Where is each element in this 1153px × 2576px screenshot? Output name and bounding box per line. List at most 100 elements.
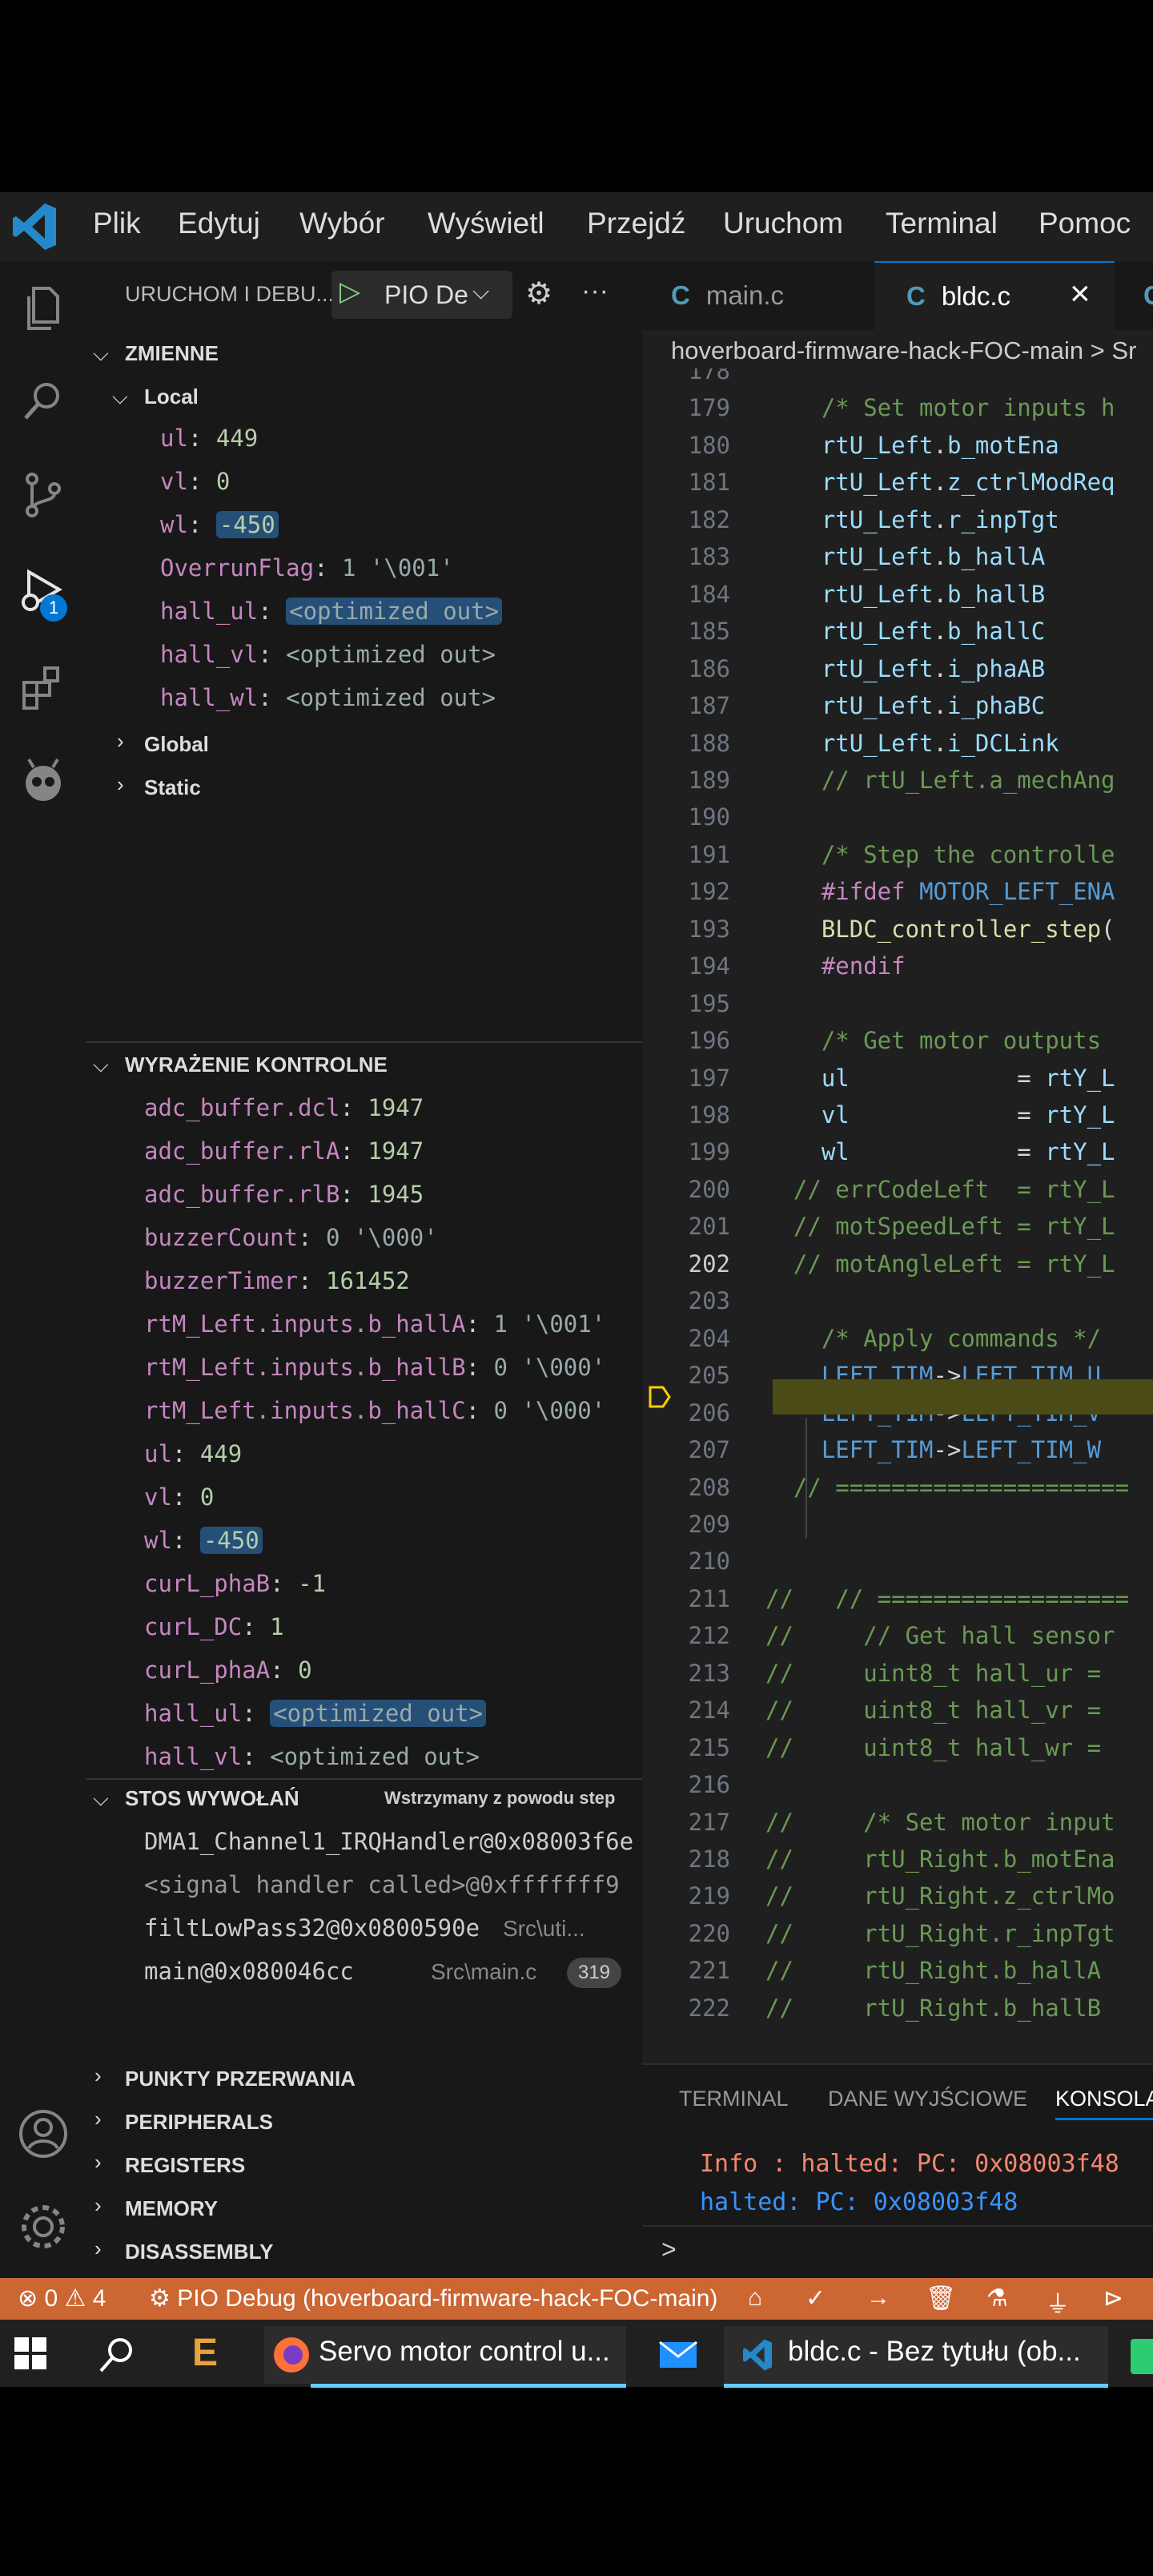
chevron-down-icon[interactable]: ⌵ [112,384,128,410]
chevron-down-icon[interactable]: ⌵ [93,1053,109,1078]
watch-row[interactable]: buzzerTimer: 161452 [144,1267,410,1294]
menu-edytuj[interactable]: Edytuj [178,207,260,247]
account-icon[interactable] [14,2105,72,2163]
code-line[interactable]: 216 [642,1766,765,1803]
taskbar-app-icon[interactable] [1131,2339,1153,2374]
flask-icon[interactable]: ⚗ [986,2284,1008,2312]
code-line[interactable]: 184 rtU_Left.b_hallB [642,576,1046,613]
code-line[interactable]: 217 // /* Set motor input [642,1804,1115,1841]
watch-row[interactable]: curL_phaA: 0 [144,1656,312,1684]
variable-row[interactable]: hall_ul: <optimized out> [160,598,503,625]
chevron-right-icon[interactable]: › [94,2150,102,2175]
variable-row[interactable]: hall_wl: <optimized out> [160,684,496,711]
more-actions-icon[interactable]: ··· [581,276,609,307]
variable-row[interactable]: OverrunFlag: 1 '\001' [160,554,454,582]
watch-row[interactable]: buzzerCount: 0 '\000' [144,1224,438,1251]
code-line[interactable]: 178 [642,368,765,389]
code-line[interactable]: 221 // rtU_Right.b_hallA [642,1952,1101,1989]
gear-icon[interactable]: ⚙ [525,276,552,312]
manage-gear-icon[interactable] [14,2198,72,2256]
code-line[interactable]: 200 // errCodeLeft = rtY_L [642,1171,1115,1208]
local-scope[interactable]: Local [144,384,199,409]
code-line[interactable]: 187 rtU_Left.i_phaBC [642,687,1046,724]
watch-row[interactable]: rtM_Left.inputs.b_hallB: 0 '\000' [144,1354,605,1381]
stack-frame[interactable]: filtLowPass32@0x0800590e [144,1914,480,1942]
watch-row[interactable]: curL_DC: 1 [144,1613,284,1640]
watch-row[interactable]: adc_buffer.dcl: 1947 [144,1094,424,1121]
memory-section-header[interactable]: MEMORY [125,2196,218,2221]
code-line[interactable]: 191 /* Step the controlle [642,836,1115,873]
code-line[interactable]: 210 [642,1543,765,1580]
code-line[interactable]: 195 [642,985,765,1022]
search-icon[interactable] [14,372,72,429]
close-icon[interactable]: × [1070,274,1091,314]
code-line[interactable]: 179 /* Set motor inputs h [642,389,1115,426]
tab-main-c[interactable]: Cmain.c [642,261,874,330]
menu-uruchom[interactable]: Uruchom [723,207,843,247]
stack-frame[interactable]: main@0x080046cc [144,1958,354,1985]
code-line[interactable]: 214 // uint8_t hall_vr = [642,1692,1101,1729]
code-line[interactable]: 183 rtU_Left.b_hallA [642,538,1046,575]
code-line[interactable]: 201 // motSpeedLeft = rtY_L [642,1208,1115,1245]
code-line[interactable]: 180 rtU_Left.b_motEna [642,427,1059,464]
c-file-icon[interactable]: C [1143,280,1153,311]
code-line[interactable]: 188 rtU_Left.i_DCLink [642,725,1059,762]
code-line[interactable]: 203 [642,1282,765,1319]
chevron-right-icon[interactable]: › [94,2236,102,2261]
plug-icon[interactable]: ⏚ [1046,2284,1070,2320]
chevron-right-icon[interactable]: › [94,2193,102,2218]
callstack-section-header[interactable]: STOS WYWOŁAŃ [125,1786,299,1811]
code-line[interactable]: 219 // rtU_Right.z_ctrlMo [642,1878,1115,1914]
code-line[interactable]: 194 #endif [642,948,906,984]
problems-indicator[interactable]: ⊗ 0 ⚠ 4 [18,2284,106,2312]
code-line[interactable]: 193 BLDC_controller_step( [642,911,1115,948]
menu-terminal[interactable]: Terminal [886,207,998,247]
windows-start-icon[interactable] [14,2337,46,2369]
extensions-icon[interactable] [14,658,72,716]
menu-wyswietl[interactable]: Wyświetl [428,207,544,247]
code-line[interactable]: 192 #ifdef MOTOR_LEFT_ENA [642,873,1115,910]
code-line[interactable]: 197 ul = rtY_L [642,1060,1115,1097]
code-line[interactable]: 199 wl = rtY_L [642,1133,1115,1170]
stack-frame[interactable]: <signal handler called>@0xfffffff9 [144,1871,620,1898]
watch-row[interactable]: ul: 449 [144,1440,242,1467]
code-line[interactable]: 185 rtU_Left.b_hallC [642,613,1046,650]
search-icon[interactable] [96,2334,138,2376]
menu-plik[interactable]: Plik [93,207,141,247]
start-debug-icon[interactable]: ▷ [339,276,360,308]
menu-przejdz[interactable]: Przejdź [587,207,685,247]
watch-section-header[interactable]: WYRAŻENIE KONTROLNE [125,1053,388,1077]
chevron-right-icon[interactable]: › [94,2107,102,2131]
chevron-down-icon[interactable]: ⌵ [93,341,109,367]
stack-frame[interactable]: DMA1_Channel1_IRQHandler@0x08003f6e [144,1828,633,1855]
tab-terminal[interactable]: TERMINAL [679,2087,789,2111]
code-line[interactable]: 190 [642,799,765,835]
check-icon[interactable]: ✓ [805,2284,826,2312]
tab-output[interactable]: DANE WYJŚCIOWE [828,2087,1027,2111]
registers-section-header[interactable]: REGISTERS [125,2153,245,2178]
chevron-right-icon[interactable]: › [117,729,124,754]
breadcrumb[interactable]: hoverboard-firmware-hack-FOC-main > Sr [671,336,1136,365]
tab-debug-console[interactable]: KONSOLA [1055,2087,1153,2111]
watch-row[interactable]: vl: 0 [144,1483,214,1511]
watch-row[interactable]: wl: -450 [144,1527,263,1554]
debug-launch-status[interactable]: ⚙ PIO Debug (hoverboard-firmware-hack-FO… [149,2284,717,2312]
code-line[interactable]: 182 rtU_Left.r_inpTgt [642,501,1059,538]
app-e-icon[interactable]: E [192,2331,218,2375]
variable-row[interactable]: hall_vl: <optimized out> [160,641,496,668]
watch-row[interactable]: adc_buffer.rlA: 1947 [144,1137,424,1165]
code-line[interactable]: 186 rtU_Left.i_phaAB [642,650,1046,687]
trash-icon[interactable]: 🗑 [926,2284,956,2312]
code-line[interactable]: 218 // rtU_Right.b_motEna [642,1841,1115,1878]
code-line[interactable]: 198 vl = rtY_L [642,1097,1115,1133]
code-line[interactable]: 208 // ===================== [642,1469,1129,1506]
code-line[interactable]: 204 /* Apply commands */ [642,1320,1101,1357]
variables-section-header[interactable]: ZMIENNE [125,341,219,366]
code-line[interactable]: 220 // rtU_Right.r_inpTgt [642,1915,1115,1952]
global-scope[interactable]: Global [144,732,209,757]
chevron-right-icon[interactable]: › [94,2063,102,2088]
explorer-icon[interactable] [14,279,72,336]
home-icon[interactable]: ⌂ [748,2284,762,2312]
watch-row[interactable]: hall_vl: <optimized out> [144,1743,480,1770]
code-line[interactable]: 212 // // Get hall sensor [642,1617,1115,1654]
